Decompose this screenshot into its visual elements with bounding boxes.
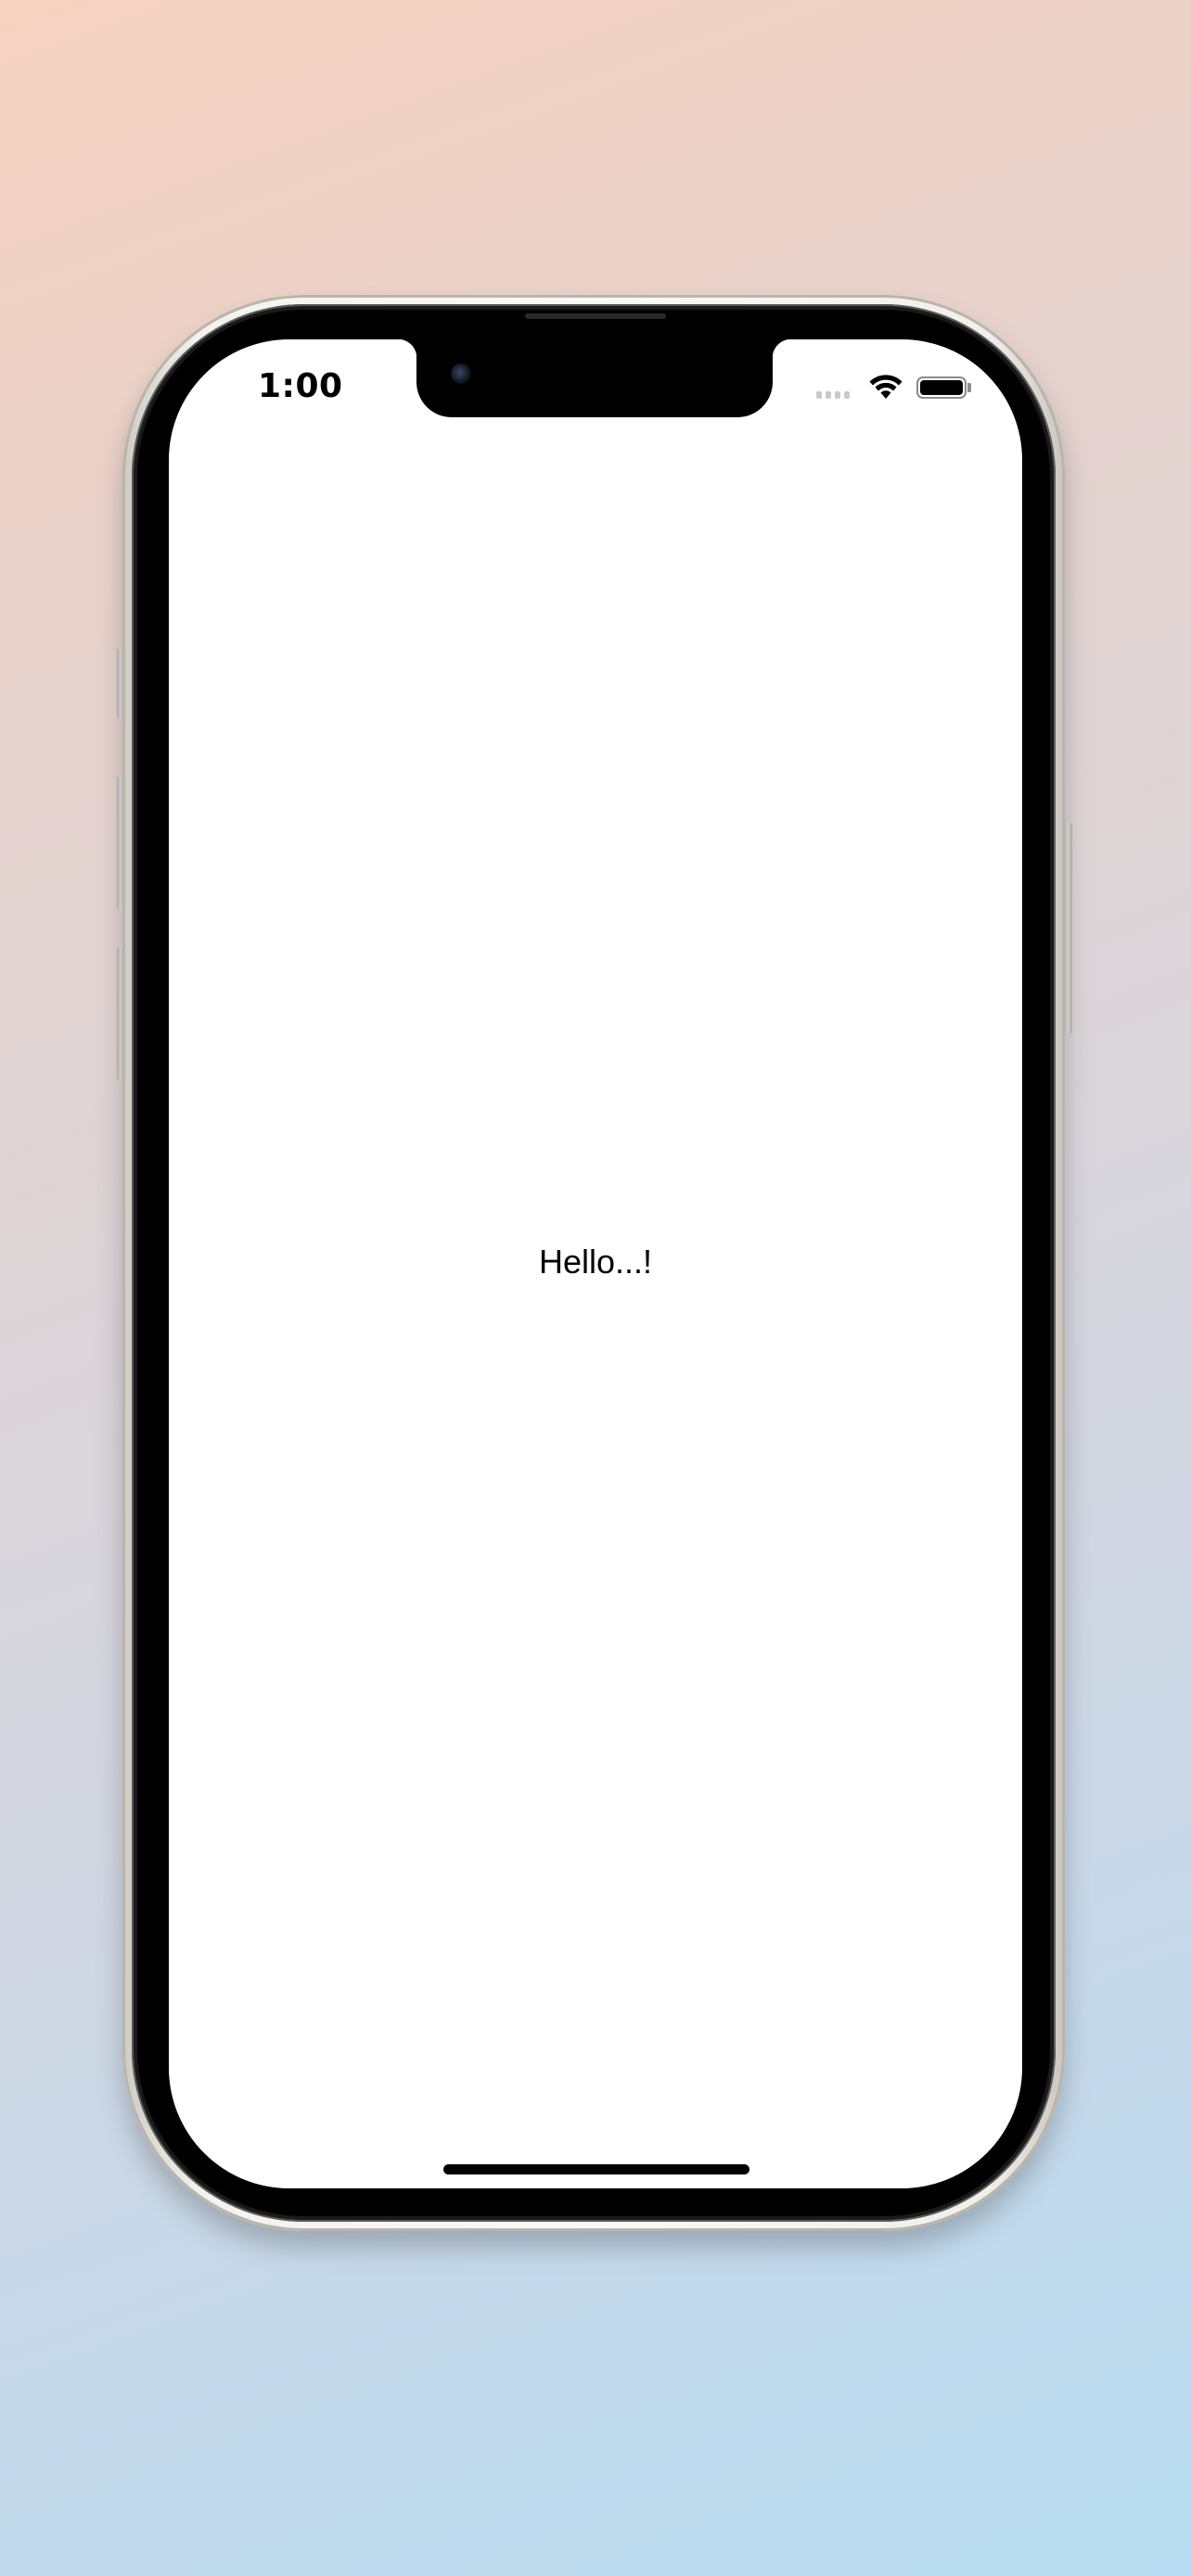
status-bar-time: 1:00 — [258, 367, 343, 405]
wifi-icon — [869, 375, 903, 399]
earpiece-speaker — [525, 313, 666, 319]
battery-cap — [967, 383, 971, 392]
signal-icon — [816, 391, 850, 399]
home-indicator[interactable] — [443, 2164, 749, 2174]
front-camera-icon — [451, 363, 471, 384]
hello-label: Hello...! — [538, 1243, 653, 1281]
battery-level-fill — [920, 380, 963, 395]
battery-icon — [916, 376, 967, 399]
